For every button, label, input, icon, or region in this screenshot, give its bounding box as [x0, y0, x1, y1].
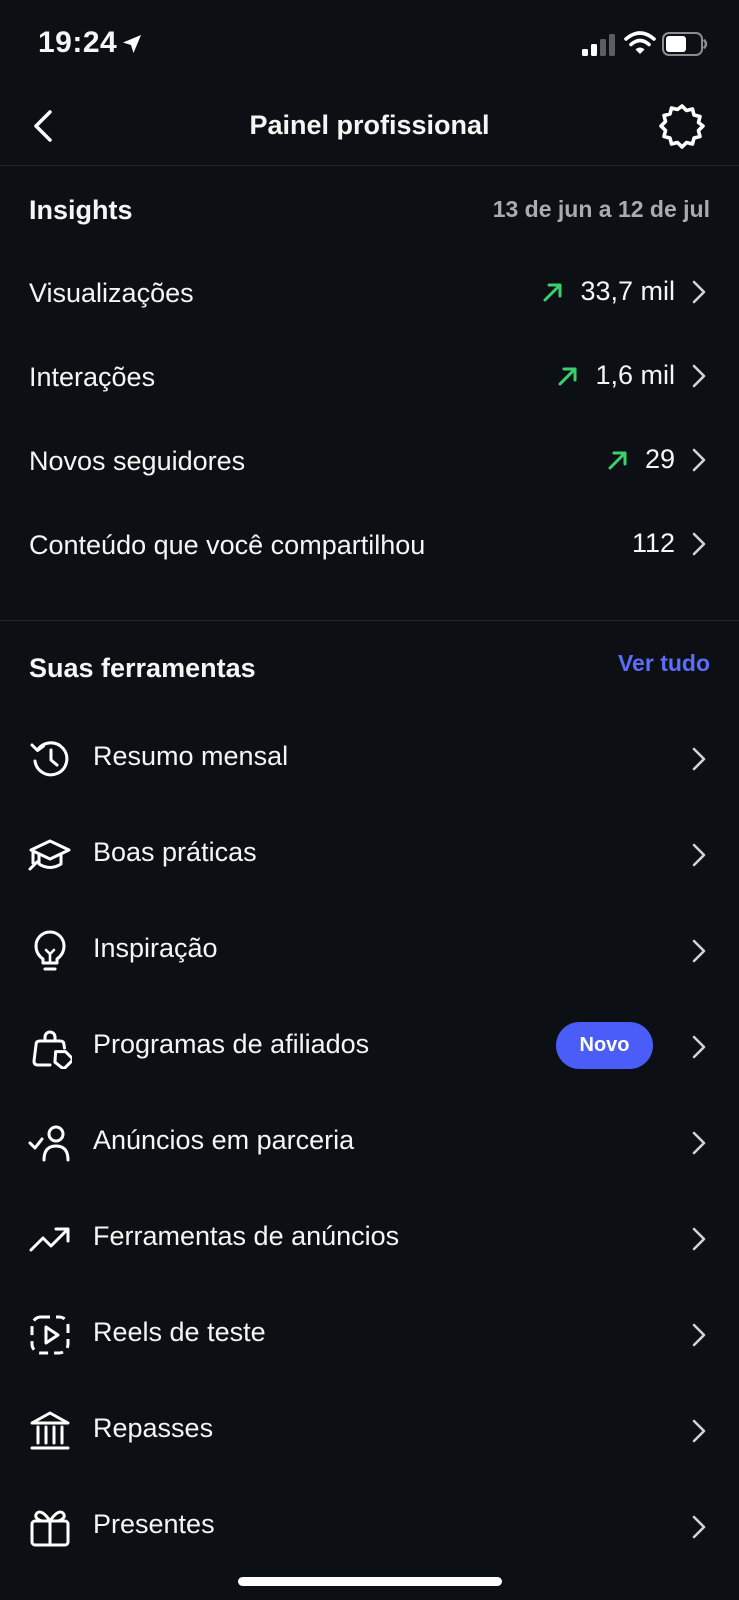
tool-label: Repasses: [93, 1413, 214, 1443]
insight-label: Interações: [29, 362, 156, 392]
chevron-right-icon: [692, 532, 706, 555]
insights-date-range: 13 de jun a 12 de jul: [492, 196, 710, 222]
new-badge: Novo: [556, 1022, 653, 1069]
tool-ferramentas-de-anuncios[interactable]: Ferramentas de anúncios: [0, 1189, 739, 1285]
status-time: 19:24: [38, 26, 118, 59]
chevron-right-icon: [692, 1419, 706, 1443]
graduation-cap-icon: [28, 839, 71, 871]
user-check-icon: [28, 1125, 70, 1162]
tool-label: Resumo mensal: [93, 741, 289, 771]
chevron-right-icon: [692, 1515, 706, 1539]
insight-value: 1,6 mil: [595, 360, 675, 390]
reels-test-icon: [30, 1315, 70, 1355]
chevron-right-icon: [692, 747, 706, 771]
wifi-icon: [624, 31, 656, 54]
settings-gear-icon[interactable]: [658, 102, 706, 150]
chevron-right-icon: [692, 843, 706, 867]
insight-label: Conteúdo que você compartilhou: [29, 530, 426, 560]
location-arrow-icon: [123, 35, 141, 53]
tool-label: Inspiração: [93, 933, 218, 963]
trend-up-arrow-icon: [543, 283, 562, 301]
history-icon: [30, 741, 69, 777]
tool-boas-praticas[interactable]: Boas práticas: [0, 805, 739, 901]
chevron-right-icon: [692, 939, 706, 963]
home-indicator[interactable]: [238, 1577, 502, 1586]
chevron-right-icon: [692, 1131, 706, 1155]
trend-up-arrow-icon: [608, 451, 627, 469]
status-bar: 19:24: [0, 0, 739, 90]
tool-label: Ferramentas de anúncios: [93, 1221, 400, 1251]
section-divider: [0, 620, 739, 621]
tool-label: Programas de afiliados: [93, 1029, 370, 1059]
tool-resumo-mensal[interactable]: Resumo mensal: [0, 709, 739, 805]
navigation-bar: Painel profissional: [0, 90, 739, 166]
tool-reels-de-teste[interactable]: Reels de teste: [0, 1285, 739, 1381]
insight-row-conteudo-compartilhado[interactable]: Conteúdo que você compartilhou 112: [0, 506, 739, 590]
tool-label: Boas práticas: [93, 837, 257, 867]
tool-label: Presentes: [93, 1509, 215, 1539]
tool-label: Anúncios em parceria: [93, 1125, 355, 1155]
insight-row-visualizacoes[interactable]: Visualizações 33,7 mil: [0, 254, 739, 338]
tool-repasses[interactable]: Repasses: [0, 1381, 739, 1477]
tools-heading: Suas ferramentas: [29, 653, 256, 683]
insight-value: 112: [631, 528, 675, 558]
insight-label: Visualizações: [29, 278, 194, 308]
insight-label: Novos seguidores: [29, 446, 246, 476]
chevron-right-icon: [692, 448, 706, 471]
insights-heading: Insights: [29, 195, 133, 225]
insight-value: 29: [644, 444, 675, 474]
chevron-right-icon: [692, 280, 706, 303]
gift-icon: [30, 1510, 70, 1547]
lightbulb-icon: [34, 930, 66, 971]
tool-anuncios-em-parceria[interactable]: Anúncios em parceria: [0, 1093, 739, 1189]
page-title: Painel profissional: [249, 110, 490, 140]
tool-programas-de-afiliados[interactable]: Programas de afiliados Novo: [0, 997, 739, 1093]
insight-value: 33,7 mil: [580, 276, 675, 306]
bank-icon: [30, 1411, 70, 1450]
chevron-right-icon: [692, 1323, 706, 1347]
chevron-right-icon: [692, 1227, 706, 1251]
trend-up-arrow-icon: [558, 367, 577, 385]
battery-icon: [662, 32, 708, 56]
tool-presentes[interactable]: Presentes: [0, 1477, 739, 1573]
trending-up-icon: [29, 1227, 70, 1252]
cellular-signal-icon: [582, 34, 615, 56]
insight-row-novos-seguidores[interactable]: Novos seguidores 29: [0, 422, 739, 506]
tool-inspiracao[interactable]: Inspiração: [0, 901, 739, 997]
tool-label: Reels de teste: [93, 1317, 266, 1347]
insight-row-interacoes[interactable]: Interações 1,6 mil: [0, 338, 739, 422]
chevron-right-icon: [692, 364, 706, 387]
see-all-link[interactable]: Ver tudo: [618, 650, 710, 677]
shopping-bag-tag-icon: [32, 1030, 72, 1069]
chevron-right-icon: [692, 1035, 706, 1059]
